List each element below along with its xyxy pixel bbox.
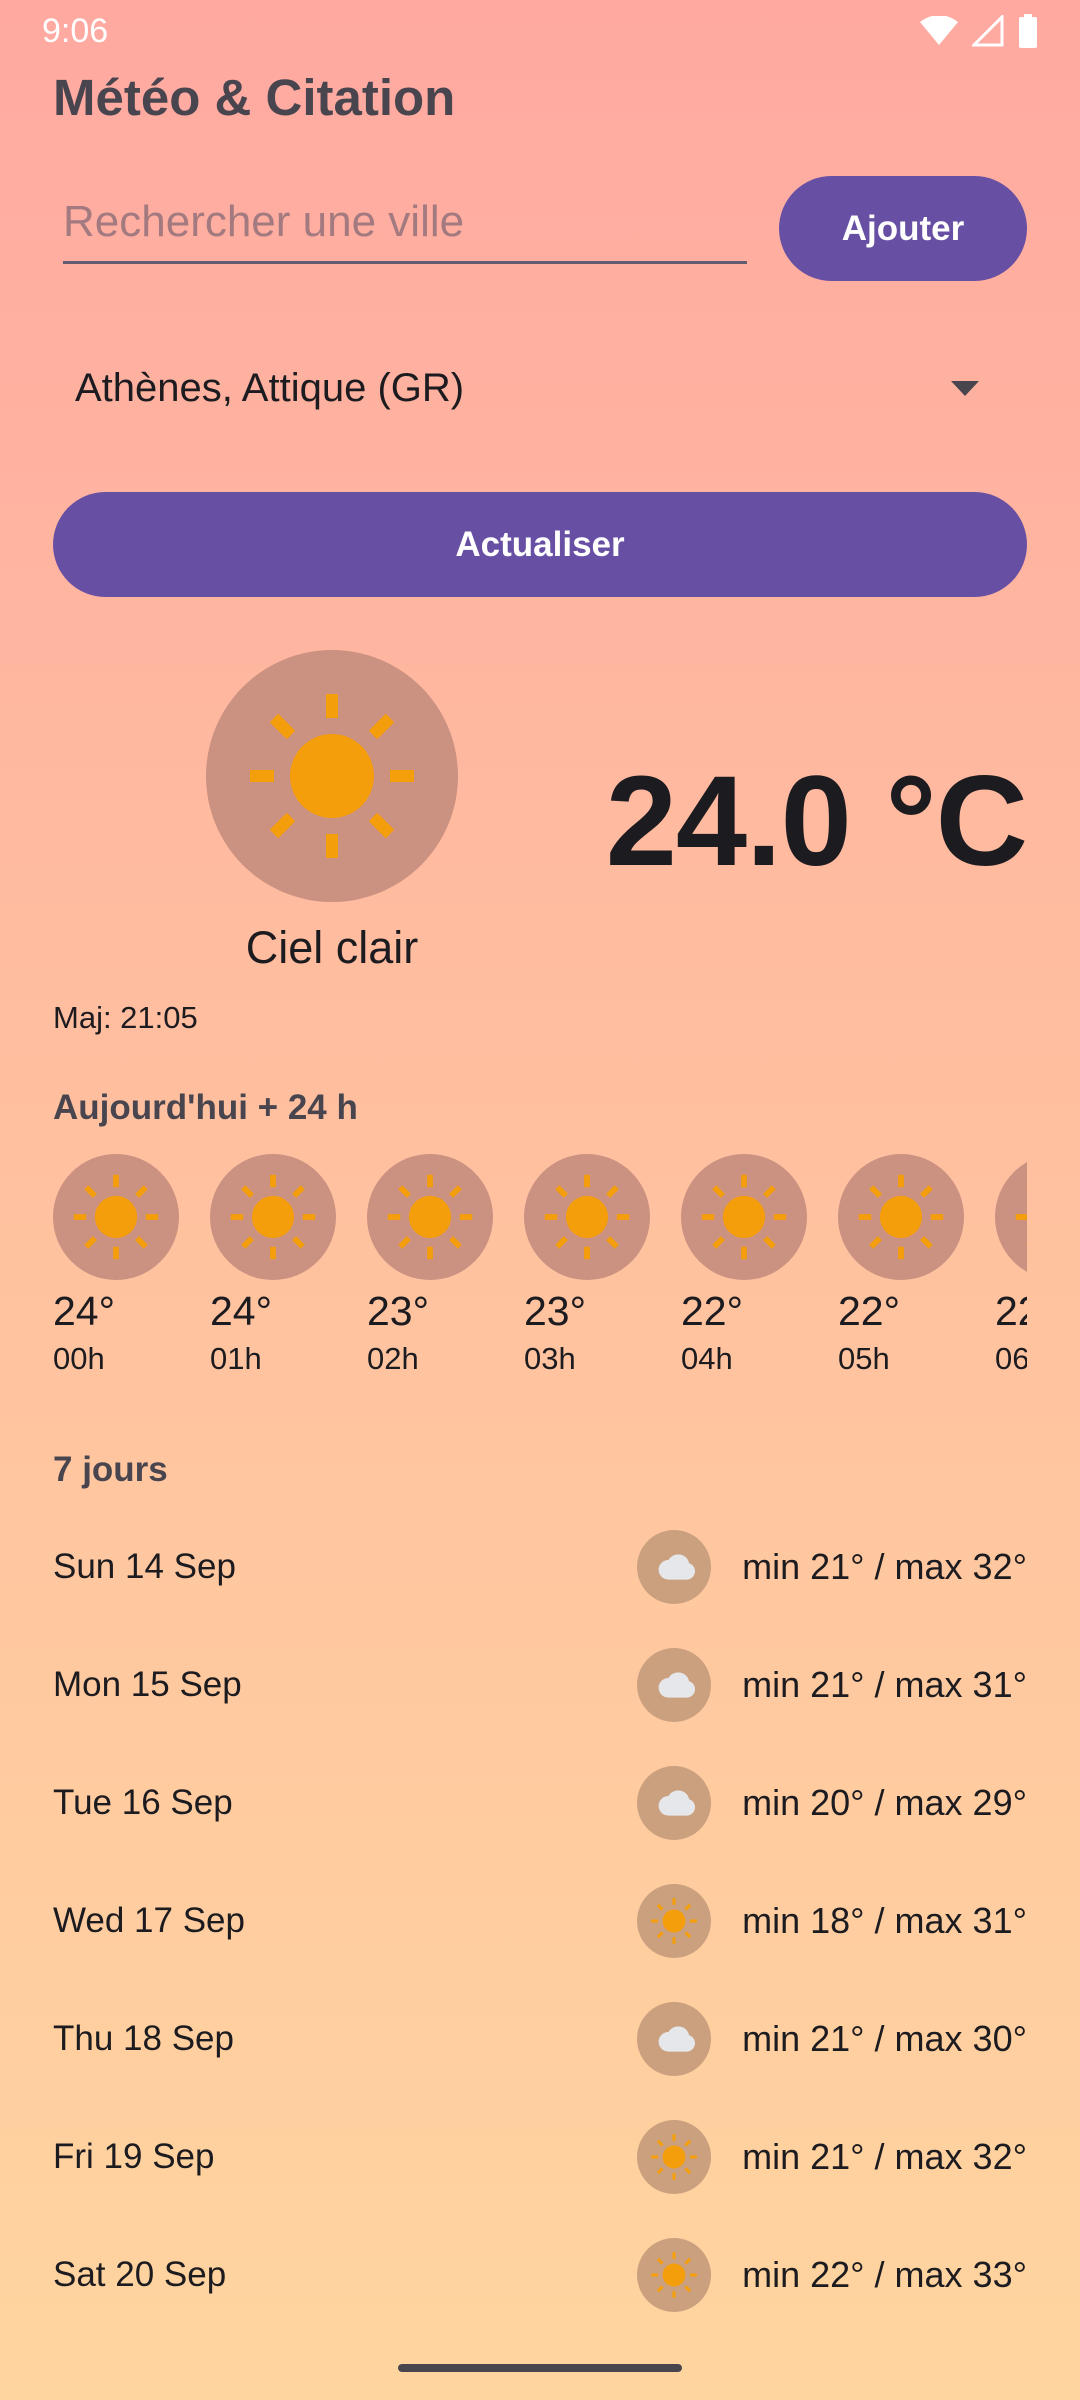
daily-row: Sat 20 Sep min 22° / max 33° xyxy=(53,2216,1027,2334)
daily-row: Fri 19 Sep min 21° / max 32° xyxy=(53,2098,1027,2216)
hourly-time: 06h xyxy=(995,1341,1027,1376)
daily-row: Tue 16 Sep min 20° / max 29° xyxy=(53,1744,1027,1862)
daily-row: Sun 14 Sep min 21° / max 32° xyxy=(53,1508,1027,1626)
hourly-temperature: 22° xyxy=(681,1288,744,1334)
status-icons xyxy=(920,14,1038,48)
hourly-time: 00h xyxy=(53,1341,105,1376)
daily-temperature-range: min 21° / max 31° xyxy=(742,1664,1027,1705)
daily-section-title: 7 jours xyxy=(53,1450,168,1489)
sun-icon xyxy=(387,1174,473,1260)
cloud-icon xyxy=(658,1554,696,1580)
daily-icon-badge xyxy=(637,1766,712,1840)
cloud-icon xyxy=(658,2026,696,2052)
hourly-item: 23° 03h xyxy=(524,1154,650,1384)
cloud-icon xyxy=(658,1672,696,1698)
hourly-item: 22° 04h xyxy=(681,1154,807,1384)
sun-icon xyxy=(651,2134,697,2180)
current-temperature: 24.0 °C xyxy=(605,750,1028,893)
hourly-icon-badge xyxy=(53,1154,179,1280)
last-updated: Maj: 21:05 xyxy=(53,1000,198,1035)
daily-temperature-range: min 22° / max 33° xyxy=(742,2254,1027,2295)
daily-forecast-list: Sun 14 Sep min 21° / max 32° Mon 15 Sep min… xyxy=(53,1508,1027,2334)
hourly-time: 02h xyxy=(367,1341,419,1376)
hourly-item: 24° 00h xyxy=(53,1154,179,1384)
hourly-icon-badge xyxy=(367,1154,493,1280)
current-weather-icon-badge xyxy=(206,650,458,902)
sun-icon xyxy=(73,1174,159,1260)
sun-icon xyxy=(544,1174,630,1260)
wifi-icon xyxy=(920,16,958,45)
daily-icon-badge xyxy=(637,2002,712,2076)
gesture-nav-handle[interactable] xyxy=(398,2364,682,2372)
hourly-temperature: 22° xyxy=(995,1288,1027,1334)
daily-date: Wed 17 Sep xyxy=(53,1901,245,1940)
daily-row: Mon 15 Sep min 21° / max 31° xyxy=(53,1626,1027,1744)
hourly-temperature: 24° xyxy=(210,1288,273,1334)
daily-date: Thu 18 Sep xyxy=(53,2019,234,2058)
dropdown-arrow-icon xyxy=(951,380,979,396)
hourly-item: 23° 02h xyxy=(367,1154,493,1384)
status-bar: 9:06 xyxy=(0,0,1080,62)
hourly-time: 03h xyxy=(524,1341,576,1376)
hourly-time: 01h xyxy=(210,1341,262,1376)
sun-icon xyxy=(651,2252,697,2298)
hourly-icon-badge xyxy=(210,1154,336,1280)
daily-icon-badge xyxy=(637,2238,712,2312)
daily-icon-badge xyxy=(637,2120,712,2194)
hourly-icon-badge xyxy=(524,1154,650,1280)
current-condition: Ciel clair xyxy=(245,922,419,973)
daily-date: Fri 19 Sep xyxy=(53,2137,215,2176)
hourly-time: 05h xyxy=(838,1341,890,1376)
hourly-icon-badge xyxy=(681,1154,807,1280)
daily-temperature-range: min 21° / max 30° xyxy=(742,2018,1027,2059)
cloud-icon xyxy=(658,1790,696,1816)
hourly-temperature: 23° xyxy=(367,1288,430,1334)
daily-icon-badge xyxy=(637,1884,712,1958)
add-city-button[interactable]: Ajouter xyxy=(779,176,1027,281)
sun-icon xyxy=(1015,1188,1027,1246)
city-search-input[interactable] xyxy=(63,188,747,264)
daily-temperature-range: min 20° / max 29° xyxy=(742,1782,1027,1823)
status-time: 9:06 xyxy=(42,11,109,50)
hourly-item: 22° 05h xyxy=(838,1154,964,1384)
daily-row: Thu 18 Sep min 21° / max 30° xyxy=(53,1980,1027,2098)
app-title: Météo & Citation xyxy=(53,69,456,126)
sun-icon xyxy=(250,694,414,858)
daily-icon-badge xyxy=(637,1530,712,1604)
daily-date: Mon 15 Sep xyxy=(53,1665,242,1704)
daily-date: Sun 14 Sep xyxy=(53,1547,236,1586)
daily-date: Tue 16 Sep xyxy=(53,1783,233,1822)
hourly-icon-badge xyxy=(995,1154,1027,1280)
hourly-section-title: Aujourd'hui + 24 h xyxy=(53,1088,358,1127)
hourly-icon-badge xyxy=(838,1154,964,1280)
daily-date: Sat 20 Sep xyxy=(53,2255,227,2294)
sun-icon xyxy=(230,1174,316,1260)
daily-temperature-range: min 21° / max 32° xyxy=(742,2136,1027,2177)
city-dropdown-value: Athènes, Attique (GR) xyxy=(75,365,465,410)
hourly-time: 04h xyxy=(681,1341,733,1376)
battery-icon xyxy=(1019,14,1037,48)
refresh-button[interactable]: Actualiser xyxy=(53,492,1027,597)
daily-temperature-range: min 18° / max 31° xyxy=(742,1900,1027,1941)
hourly-item: 22°06h xyxy=(995,1154,1027,1384)
sun-icon xyxy=(858,1174,944,1260)
daily-row: Wed 17 Sep min 18° / max 31° xyxy=(53,1862,1027,1980)
sun-icon xyxy=(651,1898,697,1944)
daily-icon-badge xyxy=(637,1648,712,1722)
sun-icon xyxy=(701,1174,787,1260)
hourly-temperature: 24° xyxy=(53,1288,116,1334)
daily-temperature-range: min 21° / max 32° xyxy=(742,1546,1027,1587)
hourly-item: 24° 01h xyxy=(210,1154,336,1384)
hourly-forecast-strip[interactable]: 24°00h24°01h23°02h23°03h22°04h22°05h22°0… xyxy=(53,1154,1027,1384)
city-dropdown[interactable]: Athènes, Attique (GR) xyxy=(53,340,1027,436)
hourly-temperature: 22° xyxy=(838,1288,901,1334)
hourly-temperature: 23° xyxy=(524,1288,587,1334)
signal-icon xyxy=(972,15,1004,47)
